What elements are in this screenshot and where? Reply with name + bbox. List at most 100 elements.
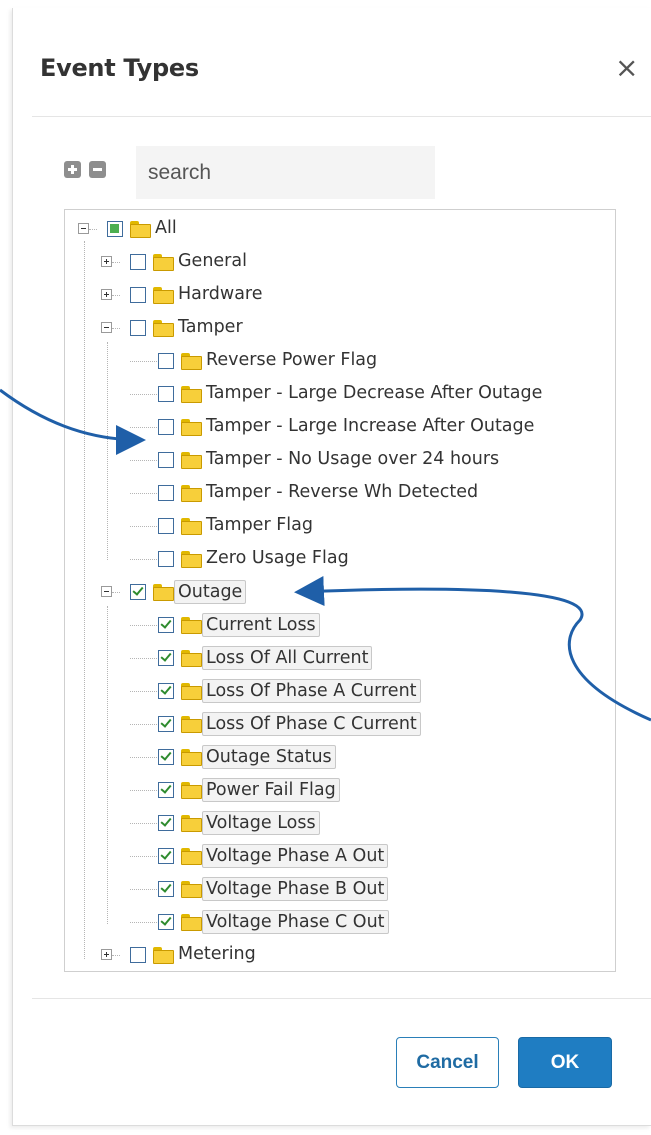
tree-checkbox[interactable] xyxy=(130,584,146,600)
tree-guide-line xyxy=(107,606,108,924)
tree-connector-line xyxy=(130,889,157,890)
tree-checkbox[interactable] xyxy=(158,716,174,732)
tree-node-label[interactable]: Tamper - Large Increase After Outage xyxy=(206,415,534,437)
tree-connector-line xyxy=(130,625,157,626)
tree-connector-line xyxy=(112,295,120,296)
tree-node-label[interactable]: Tamper Flag xyxy=(206,514,313,536)
tree-checkbox[interactable] xyxy=(130,254,146,270)
cancel-button[interactable]: Cancel xyxy=(396,1037,499,1088)
tree-node-label[interactable]: All xyxy=(155,217,177,239)
tree-checkbox[interactable] xyxy=(107,221,123,237)
tree-checkbox[interactable] xyxy=(158,848,174,864)
tree-checkbox[interactable] xyxy=(158,881,174,897)
tree-connector-line xyxy=(130,790,157,791)
tree-guide-line xyxy=(84,241,85,959)
tree-checkbox[interactable] xyxy=(158,683,174,699)
tree-connector-line xyxy=(112,262,120,263)
tree-node-label[interactable]: Current Loss xyxy=(202,613,320,637)
tree-checkbox[interactable] xyxy=(130,287,146,303)
folder-icon xyxy=(153,287,174,304)
folder-icon xyxy=(181,617,202,634)
folder-icon xyxy=(181,452,202,469)
tree-connector-line xyxy=(130,394,157,395)
expand-node-icon[interactable] xyxy=(101,256,112,267)
collapse-node-icon[interactable] xyxy=(101,586,112,597)
minus-square-icon[interactable] xyxy=(89,161,106,178)
folder-open-icon xyxy=(153,584,174,601)
tree-checkbox[interactable] xyxy=(158,749,174,765)
tree-node-label[interactable]: Voltage Phase A Out xyxy=(202,844,389,868)
tree-checkbox[interactable] xyxy=(158,551,174,567)
tree-node-label[interactable]: Tamper - Reverse Wh Detected xyxy=(206,481,478,503)
tree-checkbox[interactable] xyxy=(158,650,174,666)
tree-connector-line xyxy=(130,724,157,725)
tree-node-label[interactable]: Outage Status xyxy=(202,745,336,769)
folder-icon xyxy=(153,254,174,271)
tree-node-label[interactable]: Metering xyxy=(178,943,256,965)
tree-connector-line xyxy=(130,493,157,494)
tree-connector-line xyxy=(112,328,120,329)
tree-connector-line xyxy=(130,427,157,428)
tree-node-label[interactable]: Loss Of Phase A Current xyxy=(202,679,421,703)
folder-icon xyxy=(181,419,202,436)
tree-node-label[interactable]: Zero Usage Flag xyxy=(206,547,349,569)
folder-icon xyxy=(181,650,202,667)
folder-open-icon xyxy=(153,320,174,337)
tree-connector-line xyxy=(130,460,157,461)
tree-checkbox[interactable] xyxy=(158,815,174,831)
folder-icon xyxy=(181,518,202,535)
folder-icon xyxy=(181,881,202,898)
tree-connector-line xyxy=(130,658,157,659)
dialog-title: Event Types xyxy=(40,54,199,82)
expand-node-icon[interactable] xyxy=(101,949,112,960)
tree-connector-line xyxy=(130,361,157,362)
tree-checkbox[interactable] xyxy=(158,386,174,402)
folder-open-icon xyxy=(130,221,151,238)
tree-connector-line xyxy=(130,559,157,560)
folder-icon xyxy=(181,386,202,403)
tree-node-label[interactable]: Loss Of All Current xyxy=(202,646,373,670)
tree-node-label[interactable]: Loss Of Phase C Current xyxy=(202,712,421,736)
tree-connector-line xyxy=(130,526,157,527)
plus-square-icon[interactable] xyxy=(64,161,81,178)
tree-node-label[interactable]: Tamper - No Usage over 24 hours xyxy=(206,448,499,470)
tree-checkbox[interactable] xyxy=(158,452,174,468)
tree-node-label[interactable]: Voltage Phase C Out xyxy=(202,910,389,934)
tree-node-label[interactable]: Tamper - Large Decrease After Outage xyxy=(206,382,542,404)
tree-connector-line xyxy=(130,922,157,923)
header-divider xyxy=(32,116,651,117)
search-input[interactable] xyxy=(136,146,435,199)
tree-connector-line xyxy=(130,757,157,758)
tree-node-label[interactable]: Voltage Loss xyxy=(202,811,320,835)
tree-connector-line xyxy=(112,592,120,593)
tree-connector-line xyxy=(112,955,120,956)
collapse-node-icon[interactable] xyxy=(101,322,112,333)
folder-icon xyxy=(181,716,202,733)
tree-checkbox[interactable] xyxy=(130,947,146,963)
tree-checkbox[interactable] xyxy=(158,782,174,798)
expand-node-icon[interactable] xyxy=(101,289,112,300)
tree-node-label[interactable]: Power Fail Flag xyxy=(202,778,340,802)
ok-button[interactable]: OK xyxy=(518,1037,612,1088)
tree-checkbox[interactable] xyxy=(158,353,174,369)
tree-checkbox[interactable] xyxy=(158,518,174,534)
tree-node-label[interactable]: Voltage Phase B Out xyxy=(202,877,389,901)
tree-node-label[interactable]: General xyxy=(178,250,247,272)
tree-node-label[interactable]: Reverse Power Flag xyxy=(206,349,377,371)
tree-checkbox[interactable] xyxy=(158,419,174,435)
tree-node-label[interactable]: Hardware xyxy=(178,283,263,305)
folder-icon xyxy=(181,551,202,568)
tree-checkbox[interactable] xyxy=(158,485,174,501)
collapse-node-icon[interactable] xyxy=(78,223,89,234)
folder-icon xyxy=(181,353,202,370)
tree-connector-line xyxy=(130,856,157,857)
tree-checkbox[interactable] xyxy=(158,617,174,633)
close-icon[interactable]: × xyxy=(615,54,638,82)
tree-guide-line xyxy=(107,342,108,560)
tree-node-label[interactable]: Tamper xyxy=(178,316,243,338)
tree-connector-line xyxy=(130,691,157,692)
tree-node-label[interactable]: Outage xyxy=(174,580,247,604)
tree-checkbox[interactable] xyxy=(158,914,174,930)
tree-checkbox[interactable] xyxy=(130,320,146,336)
folder-icon xyxy=(181,749,202,766)
